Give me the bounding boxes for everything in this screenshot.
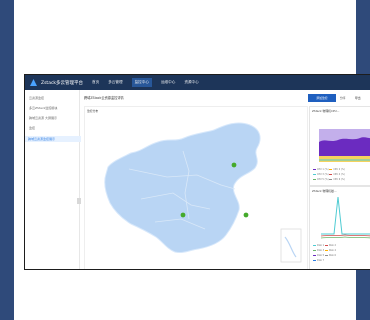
disk-dot-orange [324, 249, 328, 252]
disk-dot-green [313, 249, 316, 252]
logo-icon [30, 79, 37, 86]
marker-east[interactable] [243, 212, 249, 218]
legend-dot-orange [329, 168, 333, 171]
disk-legend-5: Disk 5 [317, 254, 325, 257]
cpu-legend-2: CPU 2 (%) [333, 168, 345, 171]
cpu-legend-row-2: CPU 3 (%) CPU 4 (%) [313, 173, 345, 176]
map-landmass [104, 122, 261, 254]
nav-ops[interactable]: 运维中心 [161, 80, 175, 85]
legend-dot-purple [313, 168, 316, 171]
cpu-area-yellow [319, 156, 370, 162]
add-monitor-button[interactable]: 添加监控 [308, 94, 336, 102]
cpu-legend-3: CPU 3 (%) [317, 173, 329, 176]
breadcrumb: 跨域ZStack云资源监控详情 [84, 96, 124, 100]
disk-dot-red [324, 244, 328, 247]
legend-dot-cyan [313, 173, 316, 176]
main-area: 跨域ZStack云资源监控详情 添加监控 分享 导出 监控分布 ZStack 物… [83, 90, 370, 269]
sidebar-item-zstack-module[interactable]: 多云ZStack监控模块 [29, 106, 57, 110]
disk-legend-1: Disk 1 [317, 244, 325, 247]
map-panel: 监控分布 [84, 106, 308, 269]
app-screenshot: Zstack多云管理平台 首页 多云管理 监控中心 运维中心 资源中心 云资源监… [24, 74, 370, 270]
top-navigation: Zstack多云管理平台 首页 多云管理 监控中心 运维中心 资源中心 [25, 75, 370, 90]
disk-dot-blue [313, 259, 316, 262]
left-frame-bar [0, 0, 14, 320]
legend-dot-green [313, 178, 316, 181]
china-map [104, 122, 302, 263]
sidebar-item-cloud-monitor[interactable]: 云资源监控 [29, 96, 44, 100]
export-button[interactable]: 导出 [355, 94, 361, 102]
disk-legend-row-3: Disk 5 Disk 6 [313, 254, 336, 257]
cpu-panel: ZStack 物理机CPU… CPU 1 (%) CPU 2 (%) CPU 3… [309, 106, 370, 186]
disk-legend-6: Disk 6 [328, 254, 337, 257]
disk-line-green [320, 236, 370, 239]
disk-legend-4: Disk 4 [328, 249, 337, 252]
cpu-legend-4: CPU 4 (%) [333, 173, 345, 176]
nav-monitor[interactable]: 监控中心 [131, 78, 152, 87]
nav-home[interactable]: 首页 [92, 80, 99, 85]
disk-panel: ZStack 物理机磁… Disk 1 Disk 2 Disk 3 Disk 4… [309, 186, 370, 269]
disk-legend-row-4: Disk 7 [313, 259, 324, 262]
disk-legend-row-1: Disk 1 Disk 2 [313, 244, 336, 247]
share-button[interactable]: 分享 [340, 94, 346, 102]
sidebar-collapse-handle[interactable] [77, 198, 81, 204]
disk-dot-cyan [313, 244, 316, 247]
south-china-sea-inset [280, 228, 302, 263]
nav-resources[interactable]: 资源中心 [184, 80, 198, 85]
disk-line-red [320, 234, 370, 237]
cpu-legend-1: CPU 1 (%) [317, 168, 329, 171]
cpu-legend-row-1: CPU 1 (%) CPU 2 (%) [313, 168, 345, 171]
nav-multicloud[interactable]: 多云管理 [108, 80, 122, 85]
disk-dot-purple [313, 254, 316, 257]
brand-title: Zstack多云管理平台 [41, 80, 84, 86]
disk-line-cyan [321, 196, 370, 235]
disk-dot-gray [324, 254, 328, 257]
marker-north[interactable] [231, 162, 237, 168]
sidebar-item-big-screen[interactable]: 跨域云资源 大屏展示 [29, 116, 57, 120]
legend-dot-red [329, 173, 333, 176]
sidebar-item-selected[interactable]: 跨域云资源监控展示 [25, 136, 81, 142]
disk-legend-3: Disk 3 [317, 249, 325, 252]
disk-legend-2: Disk 2 [328, 244, 337, 247]
legend-dot-gray [329, 178, 333, 181]
disk-legend-7: Disk 7 [317, 259, 325, 262]
sidebar-item-monitor[interactable]: 监控 [29, 126, 35, 130]
cpu-legend-row-3: CPU 5 (%) CPU 6 (%) [313, 178, 345, 181]
disk-legend-row-2: Disk 3 Disk 4 [313, 249, 336, 252]
marker-southwest[interactable] [180, 212, 186, 218]
cpu-legend-6: CPU 6 (%) [333, 178, 345, 181]
cpu-legend-5: CPU 5 (%) [317, 178, 329, 181]
sidebar: 云资源监控 多云ZStack监控模块 跨域云资源 大屏展示 监控 跨域云资源监控… [25, 90, 81, 269]
